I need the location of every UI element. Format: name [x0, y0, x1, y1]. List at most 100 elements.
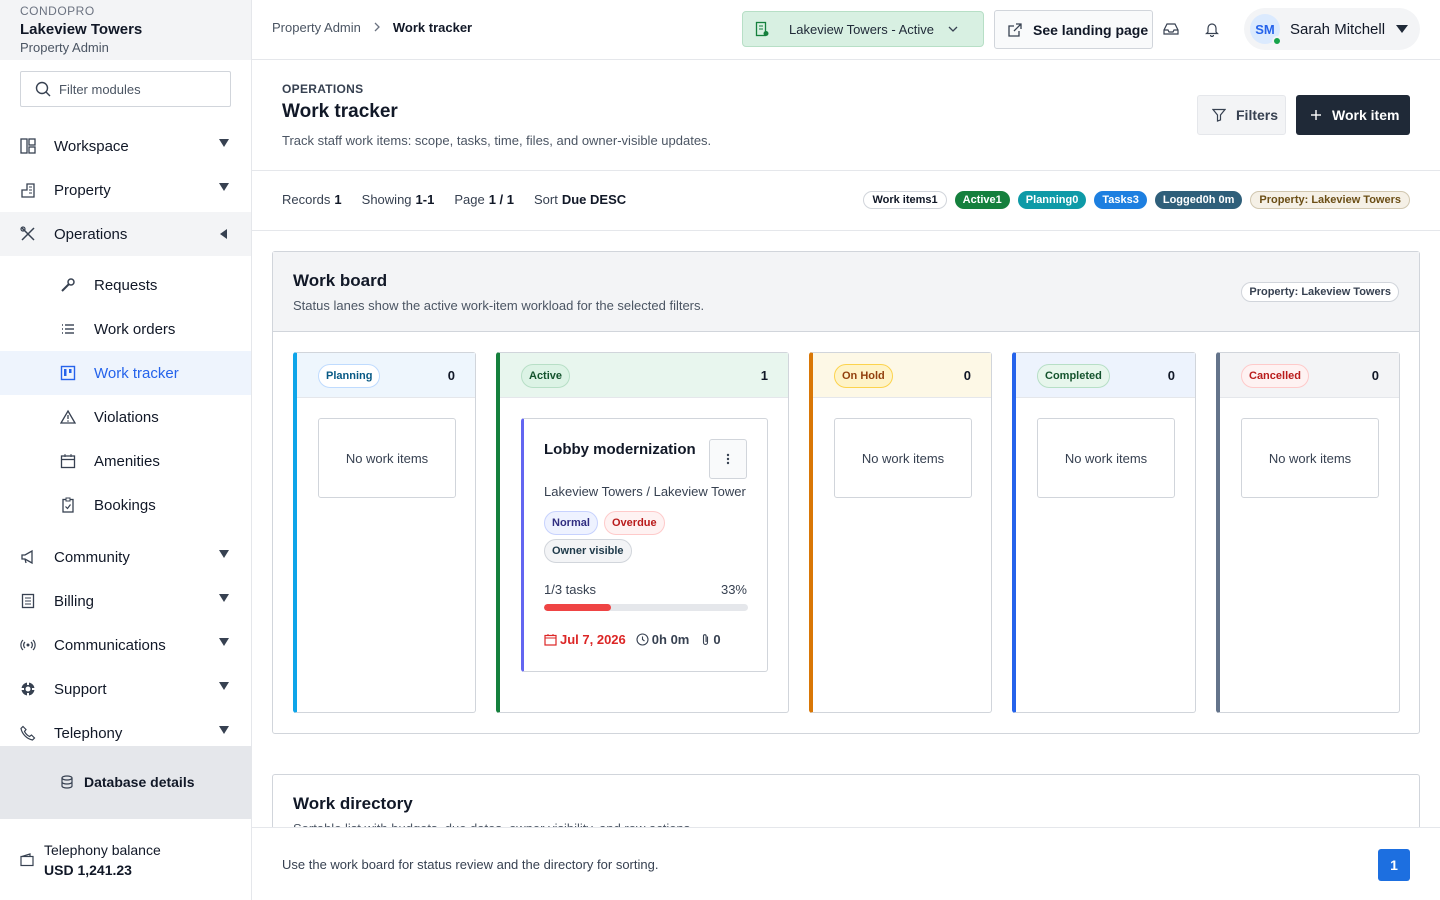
property-pill: Property: Lakeview Towers: [1250, 191, 1410, 209]
chevron-down-icon: [219, 139, 229, 147]
sidebar-subitem-label: Requests: [94, 276, 158, 294]
footer-hint: Use the work board for status review and…: [282, 857, 659, 872]
task-progress-bar: [544, 604, 748, 611]
sidebar-item-property[interactable]: Property: [0, 168, 251, 212]
page-label: Page: [454, 192, 485, 207]
sidebar-item-operations[interactable]: Operations: [0, 212, 251, 256]
work-board-header: Work board Status lanes show the active …: [273, 252, 1419, 332]
chevron-right-icon: [373, 20, 381, 35]
sidebar-subitem-label: Work tracker: [94, 364, 179, 382]
sidebar-subitem-violations[interactable]: Violations: [0, 395, 251, 439]
filter-modules-field[interactable]: [20, 71, 231, 107]
sort-label: Sort: [534, 192, 558, 207]
sidebar-subitem-amenities[interactable]: Amenities: [0, 439, 251, 483]
page-footer: Use the work board for status review and…: [252, 827, 1440, 900]
lane-header: Planning 0: [297, 353, 475, 398]
wallet-icon: [20, 852, 34, 866]
wrench-icon: [60, 277, 76, 293]
breadcrumb-root[interactable]: Property Admin: [272, 20, 361, 35]
lane-status-badge: Planning: [318, 364, 381, 388]
broadcast-icon: [20, 637, 36, 653]
lane-header: On Hold 0: [813, 353, 991, 398]
sidebar-subitem-requests[interactable]: Requests: [0, 263, 251, 307]
time-logged: 0h 0m: [651, 632, 690, 647]
lane-count: 0: [1167, 368, 1175, 383]
see-landing-page-button[interactable]: See landing page: [994, 10, 1153, 49]
work-board-title: Work board: [293, 271, 388, 290]
lane-status-badge: On Hold: [834, 364, 893, 388]
lane-status-badge: Completed: [1037, 364, 1110, 388]
add-work-item-label: Work item: [1332, 107, 1400, 123]
avatar-initials: SM: [1255, 21, 1275, 37]
sidebar-item-billing[interactable]: Billing: [0, 579, 251, 623]
page-value: 1 / 1: [488, 192, 514, 207]
online-status-indicator: [1272, 36, 1282, 46]
database-details-button[interactable]: Database details: [0, 746, 251, 818]
work-item-card[interactable]: Lobby modernization Lakeview Towers / La…: [521, 418, 768, 672]
sort-value: Due DESC: [561, 192, 627, 207]
sidebar-item-workspace[interactable]: Workspace: [0, 124, 251, 168]
chevron-down-icon: [219, 183, 229, 191]
lifebuoy-icon: [20, 681, 36, 697]
showing-label: Showing: [361, 192, 412, 207]
add-work-item-button[interactable]: Work item: [1296, 95, 1410, 135]
inbox-icon[interactable]: [1163, 21, 1179, 37]
owner-visible-badge: Owner visible: [544, 539, 632, 563]
lane-active: Active 1 Lobby modernization Lakeview To…: [496, 352, 789, 713]
user-menu[interactable]: SM Sarah Mitchell: [1244, 8, 1420, 50]
sidebar-subitem-bookings[interactable]: Bookings: [0, 483, 251, 527]
database-details-label: Database details: [84, 774, 195, 790]
sidebar-item-support[interactable]: Support: [0, 667, 251, 711]
phone-icon: [20, 725, 36, 741]
property-select-value: Lakeview Towers - Active: [789, 21, 934, 37]
overdue-badge: Overdue: [604, 511, 665, 535]
filters-button[interactable]: Filters: [1197, 95, 1286, 135]
work-item-title[interactable]: Lobby modernization: [544, 441, 696, 458]
property-tag: Property: Lakeview Towers: [1241, 282, 1399, 302]
showing-value: 1-1: [415, 192, 435, 207]
sidebar-item-communications[interactable]: Communications: [0, 623, 251, 667]
building-check-icon: [755, 21, 769, 37]
sidebar-item-label: Workspace: [54, 137, 129, 155]
chevron-down-icon: [219, 726, 229, 734]
work-board: Work board Status lanes show the active …: [272, 251, 1420, 734]
more-actions-button[interactable]: [709, 439, 747, 479]
sidebar-subitem-work-tracker[interactable]: Work tracker: [0, 351, 251, 395]
records-label: Records: [282, 192, 331, 207]
empty-state: No work items: [1241, 418, 1379, 498]
kebab-menu-icon: [726, 453, 730, 465]
lane-header: Cancelled 0: [1220, 353, 1399, 398]
sidebar: CONDOPRO Lakeview Towers Property Admin …: [0, 0, 252, 900]
chevron-left-icon: [220, 229, 227, 239]
chevron-down-icon: [948, 26, 958, 32]
sidebar-item-label: Support: [54, 680, 107, 698]
search-icon: [35, 81, 51, 97]
work-directory-title: Work directory: [293, 794, 413, 813]
pagination-page-button[interactable]: 1: [1378, 849, 1410, 881]
filter-modules-input[interactable]: [59, 81, 219, 97]
megaphone-icon: [20, 549, 36, 565]
list-icon: [60, 321, 76, 337]
sidebar-subitem-label: Bookings: [94, 496, 156, 514]
stats-bar: Records 1 Showing 1-1 Page 1 / 1 Sort Due DE…: [252, 171, 1440, 231]
lane-count: 0: [963, 368, 971, 383]
receipt-icon: [20, 593, 36, 609]
work-board-description: Status lanes show the active work-item w…: [293, 298, 705, 313]
lane-completed: Completed 0 No work items: [1012, 352, 1196, 713]
property-select[interactable]: Lakeview Towers - Active: [742, 11, 984, 47]
bell-icon[interactable]: [1204, 21, 1220, 37]
lane-planning: Planning 0 No work items: [293, 352, 476, 713]
page-header: OPERATIONS Work tracker Track staff work…: [252, 60, 1440, 171]
sidebar-item-label: Communications: [54, 636, 166, 654]
sidebar-item-community[interactable]: Community: [0, 535, 251, 579]
empty-state: No work items: [318, 418, 456, 498]
calendar-icon: [544, 634, 557, 646]
user-name: Sarah Mitchell: [1290, 20, 1386, 38]
task-progress-percent: 33%: [720, 582, 747, 597]
sidebar-subitem-work-orders[interactable]: Work orders: [0, 307, 251, 351]
sidebar-brand: CONDOPRO Lakeview Towers Property Admin: [0, 0, 251, 60]
task-progress-label: 1/3 tasks: [544, 582, 597, 597]
filter-icon: [1212, 108, 1226, 122]
chevron-down-icon: [219, 594, 229, 602]
layout-icon: [20, 138, 36, 154]
